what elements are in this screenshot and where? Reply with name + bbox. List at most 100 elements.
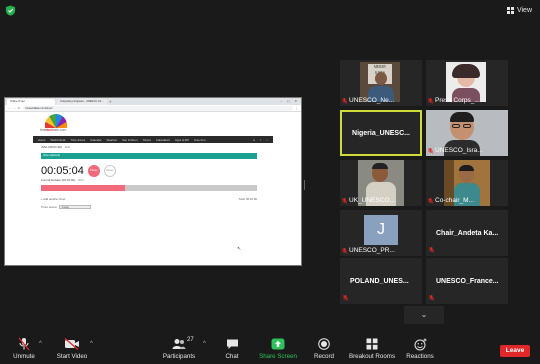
participant-name: UNESCO_Isra... — [428, 147, 483, 154]
chat-button[interactable]: Chat — [222, 337, 242, 360]
shared-screen: Online Timer Outposting Outposts - UNESC… — [4, 97, 302, 266]
nav-item[interactable]: Timers — [142, 138, 150, 142]
mic-muted-icon — [429, 247, 434, 253]
share-screen-button[interactable]: Share Screen — [259, 337, 297, 360]
breakout-rooms-label: Breakout Rooms — [348, 353, 396, 360]
audio-options-caret-icon[interactable]: ^ — [39, 341, 42, 347]
timer-sound-select[interactable]: Analog — [59, 205, 92, 209]
participants-caret-icon[interactable]: ^ — [203, 341, 206, 347]
nav-item[interactable]: Weather — [107, 138, 118, 142]
participant-tile[interactable]: J UNESCO_PR... — [340, 210, 422, 256]
site-nav: Home World Clock Time Zones Calendar Wea… — [33, 136, 273, 143]
search-icon[interactable]: ⌕ — [266, 138, 268, 142]
participant-name: POLAND_UNES... — [350, 277, 409, 285]
participant-video: MERRYKISTS — [360, 62, 400, 102]
add-timer-link[interactable]: + Add another timer — [41, 197, 66, 201]
participant-name: UK_UNESCO... — [342, 197, 395, 204]
timer-progress-fill — [41, 185, 126, 191]
browser-menu-icon[interactable]: ⋮ — [295, 106, 298, 110]
participants-count: 27 — [187, 337, 194, 343]
record-button[interactable]: Record — [312, 337, 336, 360]
participant-tile[interactable]: UNESCO_France... — [426, 258, 508, 304]
browser-toolbar: ← → ↻ timeanddate.com/timer/ ⋮ — [5, 105, 301, 112]
nav-item[interactable]: Free Fun — [194, 138, 205, 142]
timer-title: ISSL (00:01:30) Edit — [41, 145, 71, 149]
nav-item[interactable]: Home — [38, 138, 45, 142]
reload-icon[interactable]: ↻ — [18, 106, 21, 110]
countdown-display: 00:05:04 — [41, 165, 84, 177]
browser-tab[interactable]: Outposting Outposts - UNESCO Jot... — [57, 99, 107, 105]
back-icon[interactable]: ← — [8, 106, 11, 110]
participant-tile[interactable]: Co-chair_M... — [426, 160, 508, 206]
reset-button[interactable]: Reset — [103, 165, 116, 177]
participant-tile[interactable]: UNESCO_Isra... — [426, 110, 508, 156]
security-shield-icon[interactable] — [5, 5, 16, 16]
participants-icon — [172, 339, 186, 349]
timer-sound-label: Timer sound — [41, 205, 57, 209]
share-screen-label: Share Screen — [259, 353, 297, 360]
video-options-caret-icon[interactable]: ^ — [90, 341, 93, 347]
participant-tile[interactable]: Chair_Andeta Ka... — [426, 210, 508, 256]
nav-item[interactable]: Calculators — [156, 138, 170, 142]
record-icon — [318, 338, 330, 350]
participant-avatar: J — [364, 215, 398, 245]
participant-tile-active-speaker[interactable]: Nigeria_UNESC... — [340, 110, 422, 156]
start-video-button[interactable]: Start Video — [56, 337, 88, 360]
account-icon[interactable]: ● — [253, 138, 255, 142]
participant-name: UNESCO_Ne... — [342, 97, 394, 104]
address-bar[interactable]: timeanddate.com/timer/ — [22, 105, 293, 111]
meeting-toolbar: Unmute ^ Start Video ^ Participants 27 ^… — [0, 333, 540, 364]
nav-item[interactable]: Apps & API — [175, 138, 189, 142]
zoom-window: View Online Timer Outposting Outposts - … — [0, 0, 540, 364]
video-off-icon — [64, 338, 79, 350]
reactions-label: Reactions — [406, 353, 434, 360]
timer-status-bar: (time selected) — [41, 153, 257, 159]
mic-muted-icon — [342, 97, 347, 104]
nav-item[interactable]: Sun & Moon — [122, 138, 137, 142]
site-logo[interactable]: timeanddate.com — [27, 114, 87, 136]
window-controls[interactable]: – ▢ ✕ — [280, 99, 299, 103]
share-icon[interactable]: < — [260, 138, 262, 142]
edit-link[interactable]: Edit — [78, 178, 83, 182]
mic-muted-icon — [428, 97, 433, 104]
participant-name: Chair_Andeta Ka... — [436, 229, 499, 237]
new-tab-icon[interactable]: + — [109, 99, 115, 105]
pause-button[interactable]: Pause — [87, 165, 100, 177]
browser-tab-strip: Online Timer Outposting Outposts - UNESC… — [5, 98, 301, 105]
view-button[interactable]: View — [506, 5, 532, 16]
breakout-rooms-button[interactable]: Breakout Rooms — [348, 337, 396, 360]
leave-button[interactable]: Leave — [500, 345, 530, 357]
timer-sound-row: Timer sound Analog — [41, 205, 257, 209]
browser-tab[interactable]: Online Timer — [7, 99, 55, 105]
nav-item[interactable]: World Clock — [50, 138, 65, 142]
nav-item[interactable]: Calendar — [90, 138, 101, 142]
forward-icon[interactable]: → — [13, 106, 16, 110]
chat-icon — [226, 339, 238, 349]
mic-muted-icon — [428, 197, 433, 204]
total-time: Total: 00:16:00 — [238, 197, 257, 201]
edit-link[interactable]: Edit — [65, 145, 70, 149]
mouse-cursor-icon: ↖ — [237, 246, 242, 252]
mic-muted-icon — [342, 247, 347, 254]
clock-row: 00:05:04 Pause Reset — [41, 164, 257, 178]
mic-muted-icon — [342, 197, 347, 204]
participant-video — [446, 62, 486, 102]
record-label: Record — [314, 353, 334, 360]
view-label: View — [516, 7, 532, 14]
unmute-label: Unmute — [13, 353, 35, 360]
participant-tile[interactable]: POLAND_UNES... — [340, 258, 422, 304]
web-page: timeanddate.com Home World Clock Time Zo… — [5, 112, 301, 265]
timer-progress-bar — [41, 185, 257, 191]
share-screen-icon — [271, 338, 285, 350]
participants-label: Participants — [162, 353, 196, 360]
nav-item[interactable]: Time Zones — [71, 138, 86, 142]
split-handle[interactable] — [304, 180, 305, 190]
next-page-chevron-icon[interactable]: ⌄ — [404, 306, 444, 324]
participant-tile[interactable]: UK_UNESCO... — [340, 160, 422, 206]
participant-tile[interactable]: MERRYKISTS UNESCO_Ne... — [340, 60, 422, 106]
timer-panel: ISSL (00:01:30) Edit (time selected) 00:0… — [41, 145, 257, 265]
mic-muted-icon — [429, 295, 434, 301]
participant-tile[interactable]: Press Corps_... — [426, 60, 508, 106]
unmute-button[interactable]: Unmute — [10, 337, 38, 360]
reactions-button[interactable]: Reactions — [405, 337, 435, 360]
